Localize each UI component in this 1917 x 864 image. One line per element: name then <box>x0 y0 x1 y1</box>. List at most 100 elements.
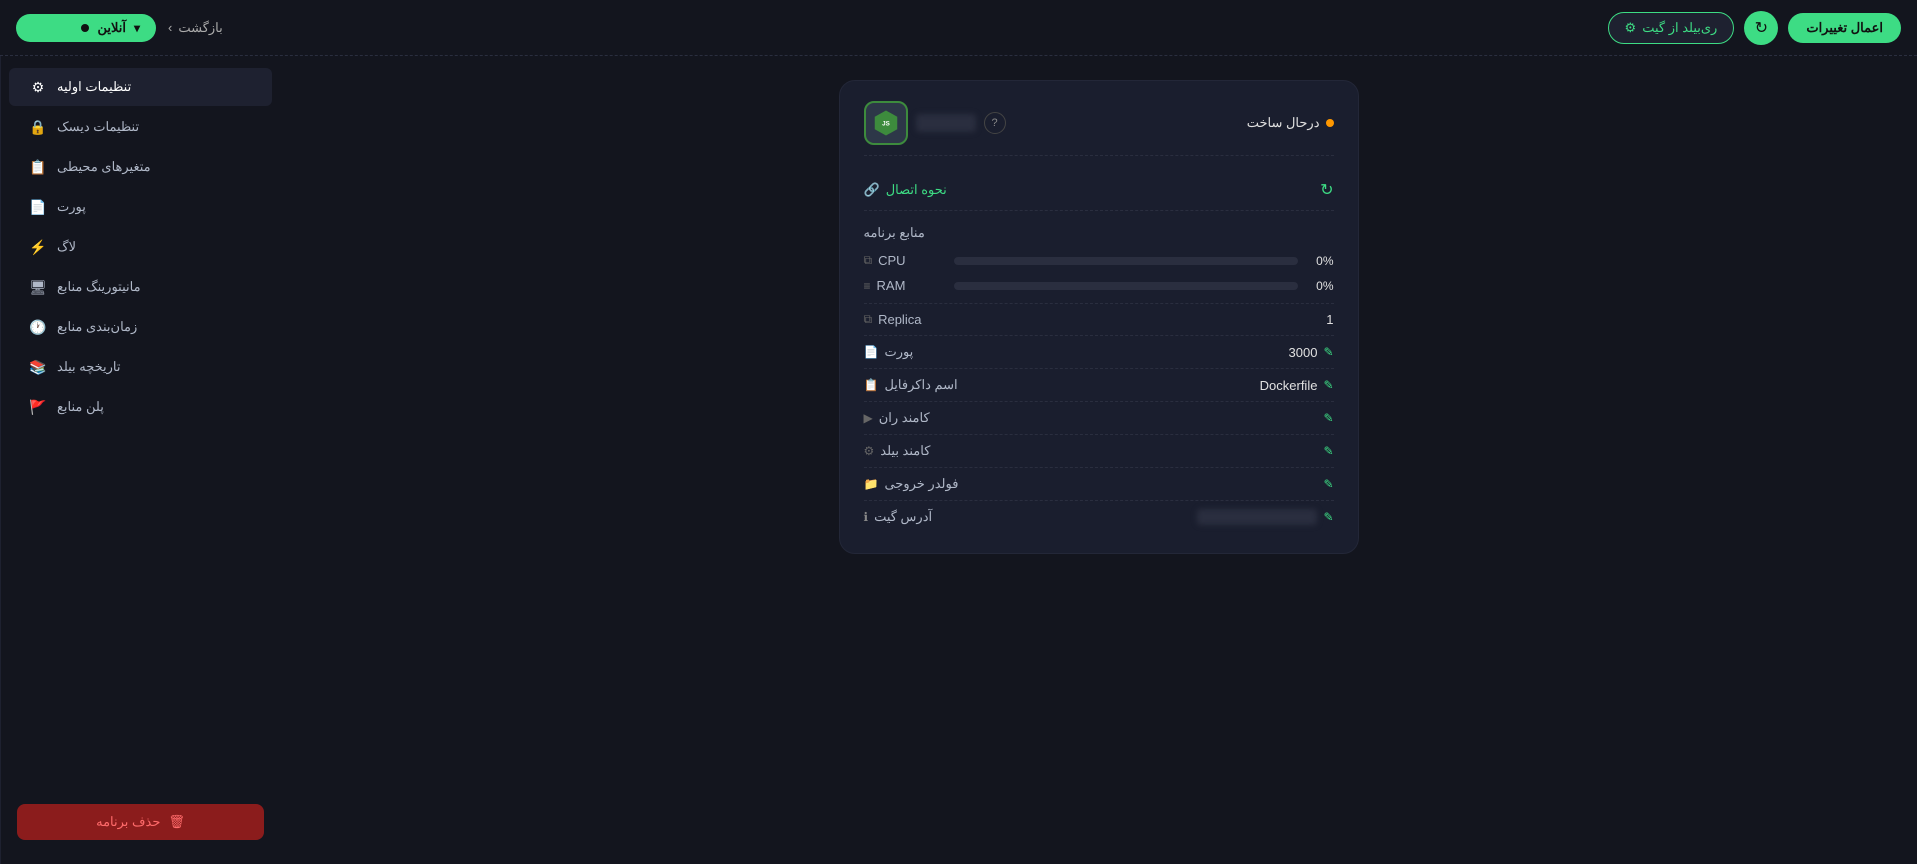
run-cmd-value-container: ✎ <box>1323 411 1333 425</box>
sidebar-items: تنظیمات اولیه ⚙ تنظیمات دیسک 🔒 متغیرهای … <box>1 68 280 426</box>
run-cmd-row: ✎ کامند ران ▶ <box>864 401 1334 434</box>
topbar-right: بازگشت › ▾ آنلاین <box>16 14 223 42</box>
dockerfile-value-container: ✎ Dockerfile <box>1260 378 1334 393</box>
rebuild-button[interactable]: ری‌بیلد از گیت ⚙ <box>1608 12 1735 44</box>
run-cmd-edit-icon[interactable]: ✎ <box>1323 411 1333 425</box>
delete-label: حذف برنامه <box>96 814 160 830</box>
dockerfile-value: Dockerfile <box>1260 378 1318 393</box>
connection-row: ↻ نحوه اتصال 🔗 <box>864 170 1334 211</box>
port-icon: 📄 <box>29 198 47 216</box>
git-address-edit-icon[interactable]: ✎ <box>1323 510 1333 524</box>
build-cmd-edit-icon[interactable]: ✎ <box>1323 444 1333 458</box>
flag-icon: 🚩 <box>29 398 47 416</box>
git-address-blurred <box>1197 509 1317 525</box>
sidebar-item-log[interactable]: لاگ ⚡ <box>9 228 272 266</box>
sidebar-item-resource-plan[interactable]: پلن منابع 🚩 <box>9 388 272 426</box>
chevron-down-icon: ▾ <box>134 21 140 35</box>
refresh-button[interactable]: ↻ <box>1744 11 1778 45</box>
sidebar-item-resource-scheduling[interactable]: زمان‌بندی منابع 🕐 <box>9 308 272 346</box>
connection-refresh-icon[interactable]: ↻ <box>1320 180 1333 200</box>
port-label: پورت <box>884 344 913 360</box>
port-edit-icon[interactable]: ✎ <box>1323 345 1333 359</box>
building-label: درحال ساخت <box>1247 115 1320 131</box>
ram-progress-bg <box>954 282 1298 290</box>
ram-bar-container: 0% <box>954 279 1334 293</box>
sidebar-item-disk-settings[interactable]: تنظیمات دیسک 🔒 <box>9 108 272 146</box>
delete-icon: 🗑 <box>168 814 185 830</box>
svg-text:JS: JS <box>882 121 890 128</box>
port-label-container: پورت 📄 <box>864 344 914 360</box>
apply-changes-button[interactable]: اعمال تغییرات <box>1788 13 1901 43</box>
ram-copy-icon[interactable]: ≡ <box>864 279 871 293</box>
sidebar-item-port[interactable]: پورت 📄 <box>9 188 272 226</box>
gear-icon: ⚙ <box>1625 20 1637 36</box>
cpu-percent: 0% <box>1306 254 1334 268</box>
sidebar-label-resource-scheduling: زمان‌بندی منابع <box>57 319 137 335</box>
port-row: ✎ 3000 پورت 📄 <box>864 335 1334 368</box>
sidebar-label-log: لاگ <box>57 239 76 255</box>
chevron-right-icon: › <box>168 20 172 35</box>
git-info-icon: ℹ <box>864 510 869 524</box>
topbar: اعمال تغییرات ↻ ری‌بیلد از گیت ⚙ بازگشت … <box>0 0 1917 56</box>
git-address-label: آدرس گیت <box>874 509 932 525</box>
ram-percent: 0% <box>1306 279 1334 293</box>
building-status: درحال ساخت <box>1247 115 1334 131</box>
refresh-icon: ↻ <box>1755 18 1768 38</box>
topbar-left: اعمال تغییرات ↻ ری‌بیلد از گیت ⚙ <box>1608 11 1901 45</box>
sidebar-item-env-vars[interactable]: متغیرهای محیطی 📋 <box>9 148 272 186</box>
run-cmd-label-container: کامند ران ▶ <box>864 410 930 426</box>
cpu-label: CPU <box>878 253 905 268</box>
sidebar-label-basic-settings: تنظیمات اولیه <box>57 79 131 95</box>
replica-value: 1 <box>1326 312 1333 327</box>
status-indicator <box>81 24 89 32</box>
dockerfile-edit-icon[interactable]: ✎ <box>1323 378 1333 392</box>
delete-app-button[interactable]: 🗑 حذف برنامه <box>17 804 264 840</box>
connection-label: نحوه اتصال <box>886 182 947 198</box>
replica-row: 1 Replica ⧉ <box>864 303 1334 335</box>
sidebar-item-resource-monitoring[interactable]: مانیتورینگ منابع 🖥 <box>9 268 272 306</box>
card-header: درحال ساخت ? •••••• JS <box>864 101 1334 156</box>
app-id-blurred: •••••• <box>916 114 976 132</box>
cpu-row: 0% CPU ⧉ <box>864 253 1334 268</box>
build-cmd-row: ✎ کامند بیلد ⚙ <box>864 434 1334 467</box>
ram-label-container: RAM ≡ <box>864 278 954 293</box>
resources-title: منابع برنامه <box>864 225 1334 241</box>
run-cmd-icon: ▶ <box>864 411 873 425</box>
clock-icon: 🕐 <box>29 318 47 336</box>
git-address-row: ✎ آدرس گیت ℹ <box>864 500 1334 533</box>
nodejs-logo: JS <box>864 101 908 145</box>
output-folder-edit-icon[interactable]: ✎ <box>1323 477 1333 491</box>
gear-icon: ⚙ <box>29 78 47 96</box>
card-header-left: ? •••••• JS <box>864 101 1006 145</box>
port-value: 3000 <box>1289 345 1318 360</box>
sidebar: تنظیمات اولیه ⚙ تنظیمات دیسک 🔒 متغیرهای … <box>0 56 280 864</box>
help-button[interactable]: ? <box>984 112 1006 134</box>
connection-link[interactable]: نحوه اتصال 🔗 <box>864 182 947 198</box>
lock-icon: 🔒 <box>29 118 47 136</box>
sidebar-item-basic-settings[interactable]: تنظیمات اولیه ⚙ <box>9 68 272 106</box>
main-layout: درحال ساخت ? •••••• JS ↻ <box>0 56 1917 864</box>
build-cmd-label-container: کامند بیلد ⚙ <box>864 443 931 459</box>
cpu-bar-container: 0% <box>954 254 1334 268</box>
replica-label-container: Replica ⧉ <box>864 312 922 327</box>
output-folder-value-container: ✎ <box>1323 477 1333 491</box>
replica-copy-icon[interactable]: ⧉ <box>864 312 873 327</box>
back-button[interactable]: بازگشت › <box>168 20 223 36</box>
sidebar-label-build-history: تاریخچه بیلد <box>57 359 121 375</box>
ram-row: 0% RAM ≡ <box>864 278 1334 293</box>
output-folder-label: فولدر خروجی <box>884 476 958 492</box>
sidebar-label-env-vars: متغیرهای محیطی <box>57 159 151 175</box>
port-value-container: ✎ 3000 <box>1289 345 1334 360</box>
output-folder-icon: 📁 <box>864 477 879 491</box>
dockerfile-row: ✎ Dockerfile اسم داکرفایل 📋 <box>864 368 1334 401</box>
status-label: آنلاین <box>97 20 126 36</box>
build-cmd-icon: ⚙ <box>864 444 875 458</box>
cpu-copy-icon[interactable]: ⧉ <box>864 253 873 268</box>
ram-label: RAM <box>877 278 906 293</box>
sidebar-label-port: پورت <box>57 199 86 215</box>
history-icon: 📚 <box>29 358 47 376</box>
sidebar-label-disk-settings: تنظیمات دیسک <box>57 119 139 135</box>
status-pill[interactable]: ▾ آنلاین <box>16 14 156 42</box>
sidebar-item-build-history[interactable]: تاریخچه بیلد 📚 <box>9 348 272 386</box>
apply-changes-label: اعمال تغییرات <box>1806 20 1883 36</box>
